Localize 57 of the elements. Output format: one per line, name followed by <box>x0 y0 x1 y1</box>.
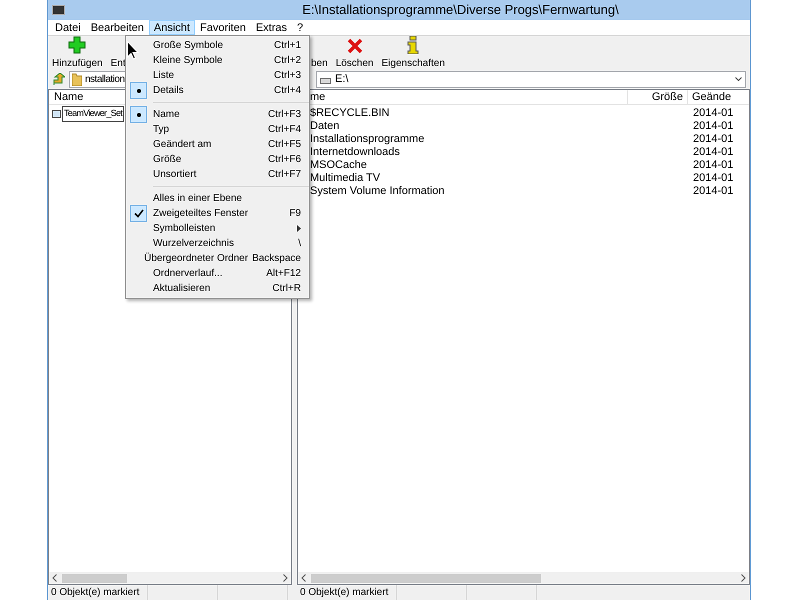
toolbar-button[interactable]: ben <box>309 35 330 69</box>
menu-title[interactable]: ? <box>292 20 308 35</box>
menu-title[interactable]: Bearbeiten <box>86 20 149 35</box>
status-text: 0 Objekt(e) markiert <box>297 585 397 600</box>
toolbar-button[interactable]: Eigenschaften <box>380 35 447 69</box>
status-text: 0 Objekt(e) markiert <box>48 585 148 600</box>
menu-title[interactable]: Datei <box>50 20 86 35</box>
up-arrow-icon[interactable] <box>52 72 65 86</box>
cursor-icon <box>127 41 139 60</box>
menu-title[interactable]: Extras <box>250 20 292 35</box>
column-header[interactable]: Geände <box>688 90 732 104</box>
path-dropdown[interactable]: E:\ <box>316 70 746 88</box>
date-cell: 2014-01 <box>693 185 734 198</box>
horizontal-scrollbar[interactable] <box>49 572 291 584</box>
menu-item[interactable]: Name Ctrl+F3 <box>126 107 309 122</box>
menu-item[interactable]: Wurzelverzeichnis \ <box>126 236 309 251</box>
menu-item[interactable]: Symbolleisten <box>126 221 309 236</box>
menu-item[interactable]: Große Symbole Ctrl+1 <box>126 38 309 53</box>
date-cell: 2014-01 <box>693 133 734 146</box>
scroll-right-icon[interactable] <box>741 574 746 582</box>
menu-item[interactable]: Liste Ctrl+3 <box>126 68 309 83</box>
scroll-left-icon[interactable] <box>301 574 306 582</box>
menu-item[interactable]: Kleine Symbole Ctrl+2 <box>126 53 309 68</box>
info-icon <box>407 36 420 54</box>
app-icon <box>52 5 65 15</box>
plus-icon <box>68 36 86 54</box>
menu-item[interactable]: Aktualisieren Ctrl+R <box>126 281 309 296</box>
chevron-down-icon <box>735 76 742 82</box>
menu-item[interactable]: Geändert am Ctrl+F5 <box>126 137 309 152</box>
date-cell: 2014-01 <box>693 107 734 120</box>
date-cell: 2014-01 <box>693 146 734 159</box>
toolbar-button[interactable]: Löschen <box>334 35 376 69</box>
file-name[interactable]: TeamViewer_Set <box>62 106 124 122</box>
file-icon <box>52 110 61 118</box>
date-cell: 2014-01 <box>693 172 734 185</box>
menu-title[interactable]: Ansicht <box>148 20 195 35</box>
toolbar-button[interactable]: Ent <box>108 35 128 69</box>
window-title: E:\Installationsprogramme\Diverse Progs\Fernwartung\ <box>301 1 620 20</box>
column-header[interactable]: Größe <box>628 90 688 104</box>
date-cell: 2014-01 <box>693 120 734 133</box>
menu-item[interactable]: Alles in einer Ebene <box>126 191 309 206</box>
menu-item[interactable]: Unsortiert Ctrl+F7 <box>126 167 309 182</box>
menu-item[interactable]: Zweigeteiltes Fenster F9 <box>126 206 309 221</box>
menu-title[interactable]: Favoriten <box>194 20 251 35</box>
cross-icon <box>346 38 363 54</box>
drive-icon <box>320 78 331 84</box>
menu-item[interactable]: Übergeordneter Ordner Backspace <box>126 251 309 266</box>
folder-icon <box>72 72 82 86</box>
date-cell: 2014-01 <box>693 159 734 172</box>
horizontal-scrollbar[interactable] <box>298 572 749 584</box>
menu-item[interactable]: Größe Ctrl+F6 <box>126 152 309 167</box>
submenu-arrow-icon <box>297 225 301 232</box>
menu-item[interactable]: Ordnerverlauf... Alt+F12 <box>126 266 309 281</box>
toolbar-button[interactable]: Hinzufügen <box>50 35 105 69</box>
scroll-right-icon[interactable] <box>283 574 288 582</box>
menu-item[interactable]: Typ Ctrl+F4 <box>126 122 309 137</box>
scroll-left-icon[interactable] <box>52 574 57 582</box>
